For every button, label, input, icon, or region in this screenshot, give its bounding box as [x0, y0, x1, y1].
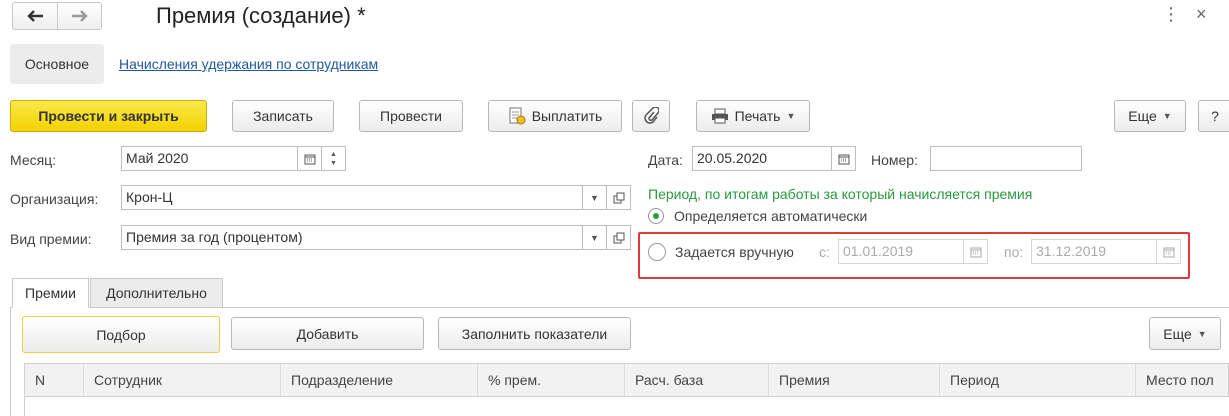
period-to-input[interactable]: 31.12.2019 — [1031, 239, 1157, 264]
arrow-left-icon — [27, 10, 43, 22]
period-manual-radio[interactable] — [648, 243, 666, 261]
radio-dot — [653, 213, 659, 219]
tab-content-border — [10, 307, 11, 416]
post-and-close-button[interactable]: Провести и закрыть — [10, 100, 207, 132]
column-header-n[interactable]: N — [25, 363, 84, 397]
chevron-down-icon: ▼ — [1162, 111, 1172, 121]
table-body — [24, 397, 1229, 416]
chevron-down-icon: ▼ — [1197, 328, 1207, 339]
print-button[interactable]: Печать ▼ — [696, 100, 810, 132]
tab-main-label: Основное — [24, 56, 90, 72]
tab-bonuses[interactable]: Премии — [12, 278, 89, 308]
period-manual-label[interactable]: Задается вручную — [675, 244, 794, 260]
bonus-type-dropdown-button[interactable]: ▼ — [583, 225, 607, 250]
date-label: Дата: — [648, 152, 683, 168]
accruals-link[interactable]: Начисления удержания по сотрудникам — [119, 56, 378, 72]
period-auto-label[interactable]: Определяется автоматически — [674, 208, 867, 224]
calendar-icon — [970, 247, 981, 257]
arrow-right-icon — [72, 10, 88, 22]
open-form-icon — [613, 232, 624, 243]
fill-indicators-label: Заполнить показатели — [461, 325, 608, 342]
organization-open-button[interactable] — [607, 185, 631, 210]
select-button[interactable]: Подбор — [22, 316, 220, 353]
window-title: Премия (создание) * — [156, 3, 366, 28]
print-label: Печать — [734, 108, 781, 124]
table-more-button[interactable]: Еще ▼ — [1149, 317, 1221, 350]
attach-button[interactable] — [632, 100, 670, 132]
period-from-calendar-button[interactable] — [964, 239, 988, 264]
chevron-down-icon: ▼ — [786, 111, 796, 121]
period-to-calendar-button[interactable] — [1157, 239, 1181, 264]
help-button[interactable]: ? — [1198, 100, 1229, 132]
period-from-input[interactable]: 01.01.2019 — [838, 239, 964, 264]
stepper-down-icon[interactable]: ▼ — [330, 159, 337, 168]
column-header-calc-base[interactable]: Расч. база — [625, 363, 769, 397]
bonus-type-label: Вид премии: — [10, 231, 92, 247]
add-row-button[interactable]: Добавить — [231, 317, 424, 350]
number-input[interactable] — [930, 146, 1082, 171]
pay-label: Выплатить — [531, 108, 603, 124]
organization-dropdown-button[interactable]: ▼ — [583, 185, 607, 210]
month-input[interactable]: Май 2020 — [121, 146, 298, 171]
calendar-icon — [1163, 247, 1174, 257]
table-more-label: Еще — [1163, 325, 1192, 342]
pay-button[interactable]: Выплатить — [488, 100, 622, 132]
select-label: Подбор — [96, 326, 146, 343]
column-header-employee[interactable]: Сотрудник — [84, 363, 281, 397]
post-label: Провести — [380, 108, 442, 124]
period-auto-radio[interactable] — [648, 208, 664, 224]
paperclip-icon — [644, 107, 659, 124]
month-calendar-button[interactable] — [298, 146, 322, 171]
chevron-down-icon: ▼ — [590, 232, 599, 243]
nav-buttons — [12, 2, 102, 30]
tab-main-link[interactable]: Основное — [10, 44, 104, 84]
column-header-bonus[interactable]: Премия — [769, 363, 940, 397]
tab-bonuses-label: Премии — [25, 285, 76, 301]
period-title: Период, по итогам работы за который начи… — [648, 186, 1033, 202]
organization-label: Организация: — [10, 191, 99, 207]
column-header-bonus-percent[interactable]: % прем. — [478, 363, 625, 397]
tabs-bottom-line — [10, 307, 1229, 308]
kebab-menu-icon[interactable]: ⋮ — [1162, 4, 1180, 24]
bonus-type-open-button[interactable] — [607, 225, 631, 250]
bonus-type-input[interactable]: Премия за год (процентом) — [121, 225, 583, 250]
save-label: Записать — [253, 108, 313, 124]
more-label: Еще — [1128, 108, 1157, 124]
document-pay-icon — [509, 107, 526, 125]
column-header-period[interactable]: Период — [940, 363, 1136, 397]
close-icon[interactable]: × — [1196, 4, 1207, 24]
tab-additional[interactable]: Дополнительно — [90, 278, 223, 307]
printer-icon — [711, 108, 728, 124]
date-calendar-button[interactable] — [832, 146, 856, 171]
forward-button[interactable] — [58, 3, 102, 29]
organization-input[interactable]: Крон-Ц — [121, 185, 583, 210]
number-label: Номер: — [871, 152, 918, 168]
chevron-down-icon: ▼ — [590, 192, 599, 203]
more-button[interactable]: Еще ▼ — [1114, 100, 1186, 132]
open-form-icon — [613, 192, 624, 203]
month-stepper[interactable]: ▲ ▼ — [322, 146, 346, 171]
tab-additional-label: Дополнительно — [106, 285, 207, 301]
column-header-place[interactable]: Место пол — [1136, 363, 1229, 397]
period-to-label: по: — [1004, 244, 1024, 260]
stepper-up-icon[interactable]: ▲ — [330, 150, 337, 159]
period-from-label: с: — [819, 244, 830, 260]
save-button[interactable]: Записать — [232, 100, 334, 132]
month-label: Месяц: — [10, 152, 57, 168]
fill-indicators-button[interactable]: Заполнить показатели — [438, 317, 631, 350]
post-and-close-label: Провести и закрыть — [38, 108, 179, 124]
calendar-icon — [838, 154, 849, 164]
back-button[interactable] — [13, 3, 58, 29]
add-row-label: Добавить — [296, 325, 359, 342]
calendar-icon — [304, 154, 315, 164]
post-button[interactable]: Провести — [359, 100, 463, 132]
help-label: ? — [1211, 108, 1219, 124]
column-header-department[interactable]: Подразделение — [281, 363, 478, 397]
date-input[interactable]: 20.05.2020 — [692, 146, 832, 171]
